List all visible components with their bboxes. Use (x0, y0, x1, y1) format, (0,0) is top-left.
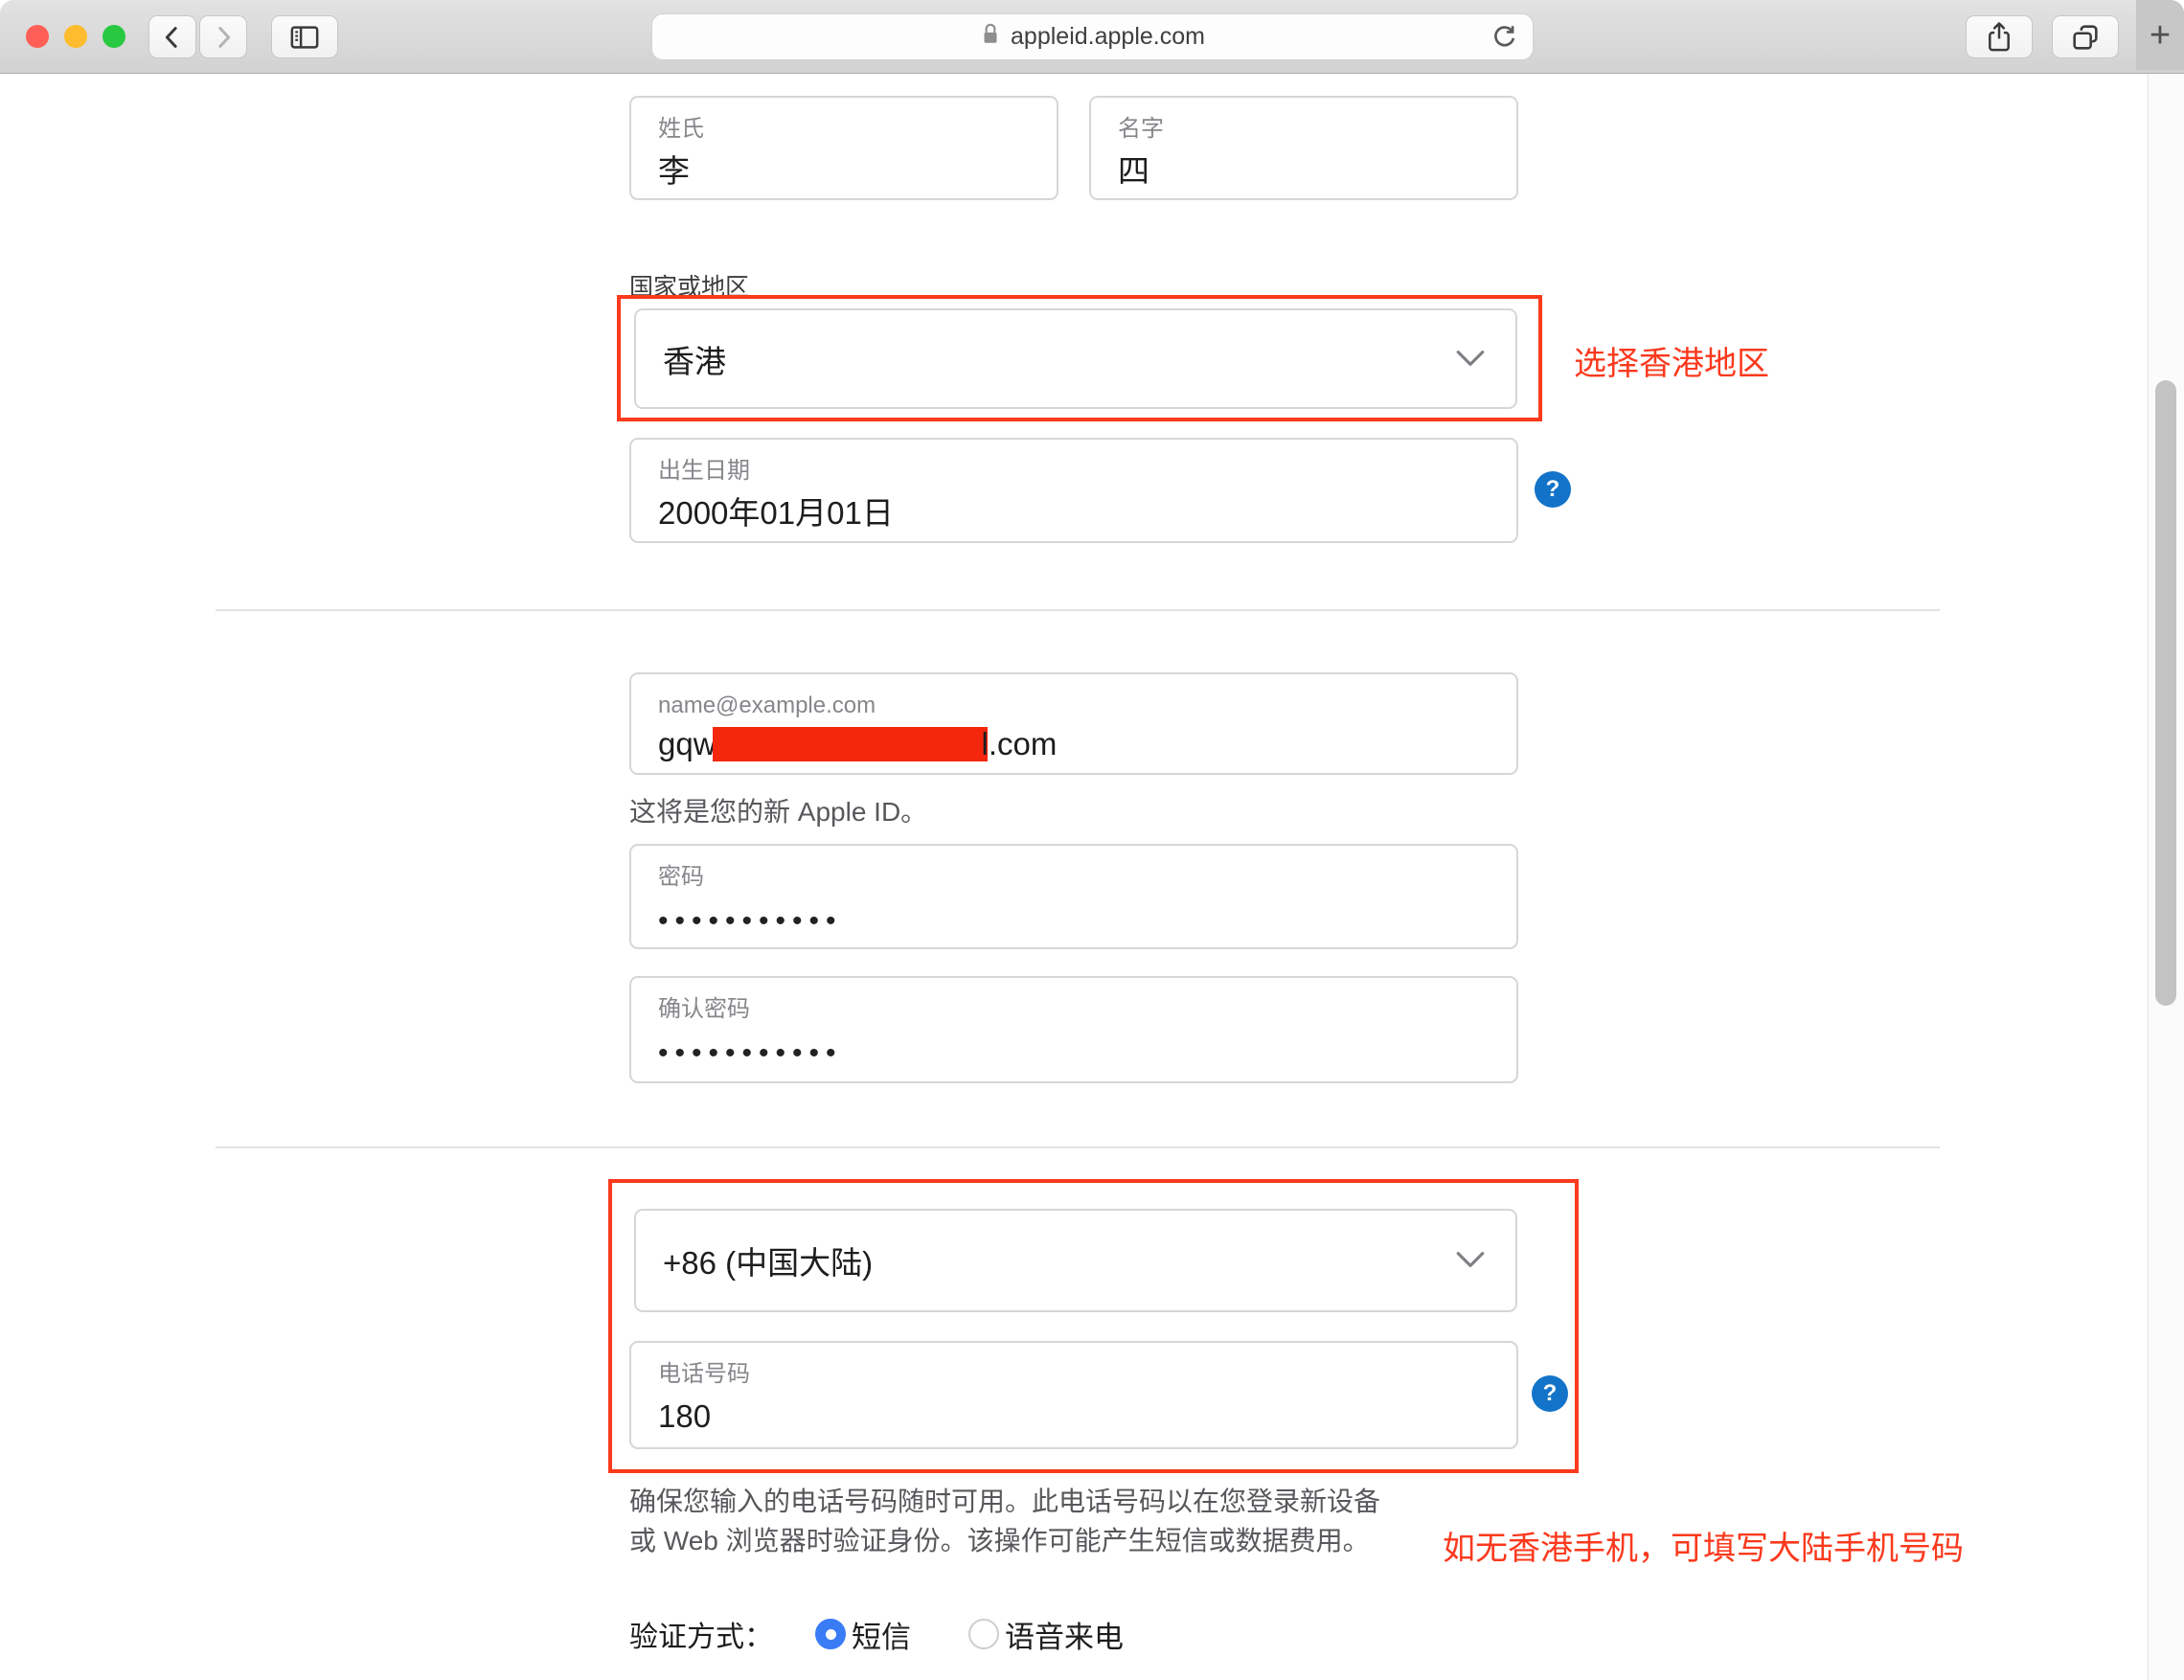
tab-overview-button[interactable] (2052, 15, 2119, 58)
email-prefix: gqw (658, 726, 717, 761)
phone-usage-note: 确保您输入的电话号码随时可用。此电话号码以在您登录新设备 或 Web 浏览器时验… (629, 1482, 1453, 1560)
sms-radio-label: 短信 (852, 1620, 911, 1654)
confirm-password-masked-value: ••••••••••• (658, 1037, 843, 1069)
email-field[interactable]: name@example.com gqw l.com (629, 672, 1518, 775)
region-select-value: 香港 (663, 343, 726, 379)
back-button[interactable] (148, 15, 196, 58)
verification-method-row: 验证方式： 短信 语音来电 (629, 1615, 1124, 1654)
first-name-value: 四 (1118, 153, 1149, 189)
password-masked-value: ••••••••••• (658, 905, 843, 937)
address-bar[interactable]: appleid.apple.com (651, 13, 1534, 60)
safari-window: appleid.apple.com + 姓氏 李 名字 四 国家或地区 香港 选… (0, 0, 2184, 1680)
last-name-field[interactable]: 姓氏 李 (629, 96, 1058, 200)
sidebar-icon (287, 21, 322, 54)
section-divider (216, 609, 1940, 611)
voice-call-radio-label: 语音来电 (1005, 1620, 1124, 1654)
first-name-label: 名字 (1118, 116, 1164, 142)
phone-tip-annotation: 如无香港手机，可填写大陆手机号码 (1443, 1531, 1964, 1567)
phone-country-code-select[interactable]: +86 (中国大陆) (634, 1209, 1517, 1312)
share-icon (1983, 20, 2015, 55)
phone-number-field[interactable]: 电话号码 180 (629, 1341, 1518, 1449)
plus-icon: + (2149, 14, 2172, 56)
minimize-window-button[interactable] (64, 25, 87, 48)
voice-call-radio[interactable] (968, 1619, 999, 1649)
verification-method-label: 验证方式： (629, 1622, 773, 1653)
tabs-icon (2069, 21, 2102, 54)
question-mark-icon: ? (1545, 476, 1560, 502)
birth-date-label: 出生日期 (658, 458, 750, 484)
phone-note-line2: 或 Web 浏览器时验证身份。该操作可能产生短信或数据费用。 (629, 1526, 1370, 1555)
last-name-label: 姓氏 (658, 116, 704, 142)
password-label: 密码 (658, 864, 704, 890)
chevron-left-icon (158, 23, 187, 52)
birth-date-help-button[interactable]: ? (1535, 471, 1571, 508)
browser-toolbar: appleid.apple.com + (0, 0, 2184, 74)
phone-number-value: 180 (658, 1398, 712, 1434)
region-select[interactable]: 香港 (634, 308, 1517, 409)
birth-date-value: 2000年01月01日 (658, 495, 894, 531)
phone-country-code-value: +86 (中国大陆) (663, 1245, 874, 1281)
section-divider (216, 1146, 1940, 1148)
password-field[interactable]: 密码 ••••••••••• (629, 844, 1518, 949)
reload-icon[interactable] (1489, 22, 1519, 57)
forward-button[interactable] (199, 15, 247, 58)
chevron-down-icon (1454, 341, 1487, 377)
close-window-button[interactable] (26, 25, 49, 48)
scrollbar-track[interactable] (2148, 74, 2184, 1680)
sidebar-toggle-button[interactable] (271, 15, 338, 58)
phone-help-button[interactable]: ? (1532, 1375, 1568, 1412)
first-name-field[interactable]: 名字 四 (1089, 96, 1518, 200)
email-placeholder-label: name@example.com (658, 692, 876, 718)
email-suffix: l.com (981, 726, 1058, 761)
last-name-value: 李 (658, 153, 690, 189)
appleid-signup-page: 姓氏 李 名字 四 国家或地区 香港 选择香港地区 出生日期 2000年01月0… (0, 75, 2184, 1680)
new-tab-button[interactable]: + (2136, 0, 2184, 70)
zoom-window-button[interactable] (102, 25, 125, 48)
redaction-box (712, 727, 988, 761)
lock-icon (980, 21, 1001, 53)
question-mark-icon: ? (1542, 1380, 1558, 1406)
phone-note-line1: 确保您输入的电话号码随时可用。此电话号码以在您登录新设备 (629, 1487, 1381, 1516)
scrollbar-thumb[interactable] (2155, 380, 2176, 1006)
birth-date-field[interactable]: 出生日期 2000年01月01日 (629, 438, 1518, 543)
phone-number-label: 电话号码 (658, 1361, 750, 1387)
region-tip-annotation: 选择香港地区 (1574, 346, 1769, 382)
sms-radio[interactable] (815, 1619, 846, 1649)
email-value: gqw l.com (658, 726, 1516, 762)
url-text: appleid.apple.com (1011, 23, 1205, 50)
share-button[interactable] (1966, 15, 2033, 58)
confirm-password-field[interactable]: 确认密码 ••••••••••• (629, 976, 1518, 1083)
chevron-down-icon (1454, 1242, 1487, 1279)
chevron-right-icon (209, 23, 238, 52)
confirm-password-label: 确认密码 (658, 996, 750, 1022)
apple-id-note: 这将是您的新 Apple ID。 (629, 797, 928, 827)
